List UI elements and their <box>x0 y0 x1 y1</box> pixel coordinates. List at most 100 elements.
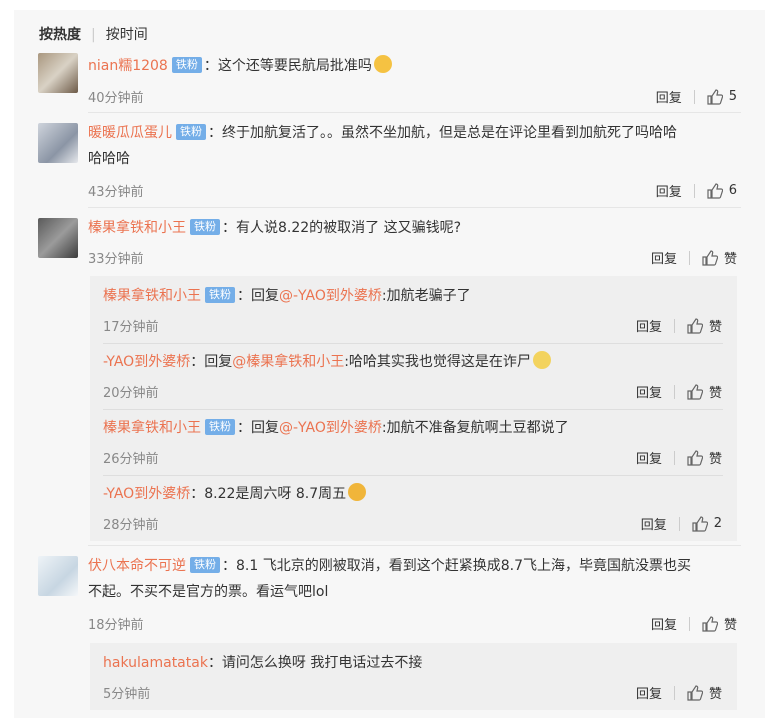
fan-badge[interactable]: 铁粉 <box>190 557 220 573</box>
fan-badge[interactable]: 铁粉 <box>190 219 220 235</box>
comment-divider <box>88 207 741 208</box>
fan-badge[interactable]: 铁粉 <box>171 57 202 73</box>
comment-time: 40分钟前 <box>88 91 144 106</box>
doge-emoji-icon <box>532 351 551 369</box>
reply-button[interactable]: 回复 <box>636 316 662 335</box>
reply-actions: 回复 2 <box>641 514 722 533</box>
reply-body: ：8.22是周六呀 8.7周五 <box>190 486 347 502</box>
dizzy-emoji-icon <box>348 483 367 501</box>
reply-time: 28分钟前 <box>103 518 159 533</box>
like-button[interactable]: 赞 <box>687 448 722 467</box>
reply-actions: 回复 赞 <box>636 683 722 702</box>
username[interactable]: 榛果拿铁和小王 <box>103 420 201 436</box>
reply-button[interactable]: 回复 <box>636 448 662 467</box>
mention-link[interactable]: @-YAO到外婆桥 <box>279 288 382 304</box>
reply-actions: 回复 赞 <box>636 382 722 401</box>
like-button[interactable]: 2 <box>692 515 722 532</box>
username[interactable]: -YAO到外婆桥 <box>103 354 190 370</box>
like-button[interactable]: 赞 <box>687 683 722 702</box>
comment-text: 伏八本命不可逆 铁粉 ：8.1 飞北京的刚被取消，看到这个赶紧换成8.7飞上海，毕竟… <box>88 557 691 600</box>
reply-prefix: ：回复 <box>190 354 233 370</box>
reply-button[interactable]: 回复 <box>636 382 662 401</box>
reply-time: 17分钟前 <box>103 320 159 335</box>
comment-item: 伏八本命不可逆 铁粉 ：8.1 飞北京的刚被取消，看到这个赶紧换成8.7飞上海，毕竟… <box>0 553 777 638</box>
avatar[interactable] <box>38 556 78 596</box>
reply-time: 20分钟前 <box>103 386 159 401</box>
like-button[interactable]: 赞 <box>687 316 722 335</box>
comment-divider <box>88 545 741 546</box>
mention-link[interactable]: @-YAO到外婆桥 <box>279 420 382 436</box>
like-count: 2 <box>713 516 722 531</box>
comment-body-line2: 不起。不买不是官方的票。看运气吧lol <box>88 584 329 600</box>
avatar[interactable] <box>38 218 78 258</box>
reply-time: 5分钟前 <box>103 687 151 702</box>
comment-divider <box>88 112 741 113</box>
reply-body: :加航不准备复航啊土豆都说了 <box>381 420 569 436</box>
comment-actions: 回复 赞 <box>651 614 737 633</box>
action-divider <box>673 450 675 465</box>
username[interactable]: hakulamatatak <box>103 655 208 671</box>
comment-text: 榛果拿铁和小王 铁粉 ：有人说8.22的被取消了 这又骗钱呢? <box>88 219 462 236</box>
comment-body: 8.1 飞北京的刚被取消，看到这个赶紧换成8.7飞上海，毕竟国航没票也买 <box>236 558 691 574</box>
action-divider <box>678 516 680 531</box>
reply-body: :加航老骗子了 <box>381 288 471 304</box>
worried-emoji-icon <box>373 55 392 73</box>
comment-item: nian糯1208 铁粉 ：这个还等要民航局批准吗 40分钟前 回复 5 <box>0 50 777 110</box>
reply-prefix: ：回复 <box>237 288 279 304</box>
avatar[interactable] <box>38 53 78 93</box>
comment-body-line2: 哈哈哈 <box>88 151 130 167</box>
reply-divider <box>103 409 723 410</box>
sort-separator: | <box>91 27 96 43</box>
action-divider <box>673 384 675 399</box>
like-count: 5 <box>728 89 737 104</box>
username[interactable]: 暖暖瓜瓜蛋儿 <box>88 125 172 141</box>
reply-item: -YAO到外婆桥：8.22是周六呀 8.7周五 28分钟前 回复 2 <box>0 481 777 541</box>
reply-text: 榛果拿铁和小王 铁粉 ：回复@-YAO到外婆桥:加航不准备复航啊土豆都说了 <box>103 415 741 441</box>
mention-link[interactable]: @榛果拿铁和小王 <box>232 354 344 370</box>
reply-body: ：请问怎么换呀 我打电话过去不接 <box>207 655 423 671</box>
reply-button[interactable]: 回复 <box>656 181 682 200</box>
reply-button[interactable]: 回复 <box>641 514 667 533</box>
comment-time: 33分钟前 <box>88 252 144 267</box>
like-count: 赞 <box>708 320 722 335</box>
sort-by-time[interactable]: 按时间 <box>106 27 148 43</box>
comment-actions: 回复 6 <box>656 181 737 200</box>
username[interactable]: -YAO到外婆桥 <box>103 486 190 502</box>
username[interactable]: 榛果拿铁和小王 <box>88 220 186 236</box>
thumbs-up-icon <box>687 449 703 466</box>
like-button[interactable]: 5 <box>707 88 737 105</box>
reply-item: 榛果拿铁和小王 铁粉 ：回复@-YAO到外婆桥:加航老骗子了 17分钟前 回复 赞 <box>0 283 777 343</box>
thumbs-up-icon <box>707 88 723 105</box>
reply-button[interactable]: 回复 <box>656 87 682 106</box>
sort-by-hot[interactable]: 按热度 <box>39 27 81 43</box>
reply-button[interactable]: 回复 <box>651 614 677 633</box>
like-button[interactable]: 赞 <box>702 614 737 633</box>
fan-badge[interactable]: 铁粉 <box>176 124 206 140</box>
like-button[interactable]: 赞 <box>702 248 737 267</box>
avatar[interactable] <box>38 123 78 163</box>
comment-text: nian糯1208 铁粉 ：这个还等要民航局批准吗 <box>88 53 741 79</box>
like-count: 赞 <box>723 618 737 633</box>
like-button[interactable]: 赞 <box>687 382 722 401</box>
fan-badge[interactable]: 铁粉 <box>205 419 235 435</box>
reply-button[interactable]: 回复 <box>636 683 662 702</box>
comment-body: 这个还等要民航局批准吗 <box>217 58 372 74</box>
reply-item: hakulamatatak：请问怎么换呀 我打电话过去不接 5分钟前 回复 赞 <box>0 650 777 710</box>
like-button[interactable]: 6 <box>707 182 737 199</box>
reply-text: hakulamatatak：请问怎么换呀 我打电话过去不接 <box>103 650 741 676</box>
reply-button[interactable]: 回复 <box>651 248 677 267</box>
username[interactable]: nian糯1208 <box>88 58 168 74</box>
fan-badge[interactable]: 铁粉 <box>205 287 235 303</box>
thumbs-up-icon <box>707 182 723 199</box>
comment-time: 18分钟前 <box>88 618 144 633</box>
reply-actions: 回复 赞 <box>636 316 722 335</box>
username[interactable]: 榛果拿铁和小王 <box>103 288 201 304</box>
thumbs-up-icon <box>687 383 703 400</box>
action-divider <box>673 685 675 700</box>
reply-item: -YAO到外婆桥：回复@榛果拿铁和小王:哈哈其实我也觉得这是在诈尸 20分钟前 … <box>0 349 777 409</box>
reply-prefix: ：回复 <box>237 420 279 436</box>
comment-text: 暖暖瓜瓜蛋儿 铁粉 ：终于加航复活了。。虽然不坐加航，但是总是在评论里看到加航死了吗… <box>88 124 677 167</box>
comment-body: 终于加航复活了。。虽然不坐加航，但是总是在评论里看到加航死了吗哈哈 <box>222 125 677 141</box>
username[interactable]: 伏八本命不可逆 <box>88 558 186 574</box>
comment-actions: 回复 赞 <box>651 248 737 267</box>
